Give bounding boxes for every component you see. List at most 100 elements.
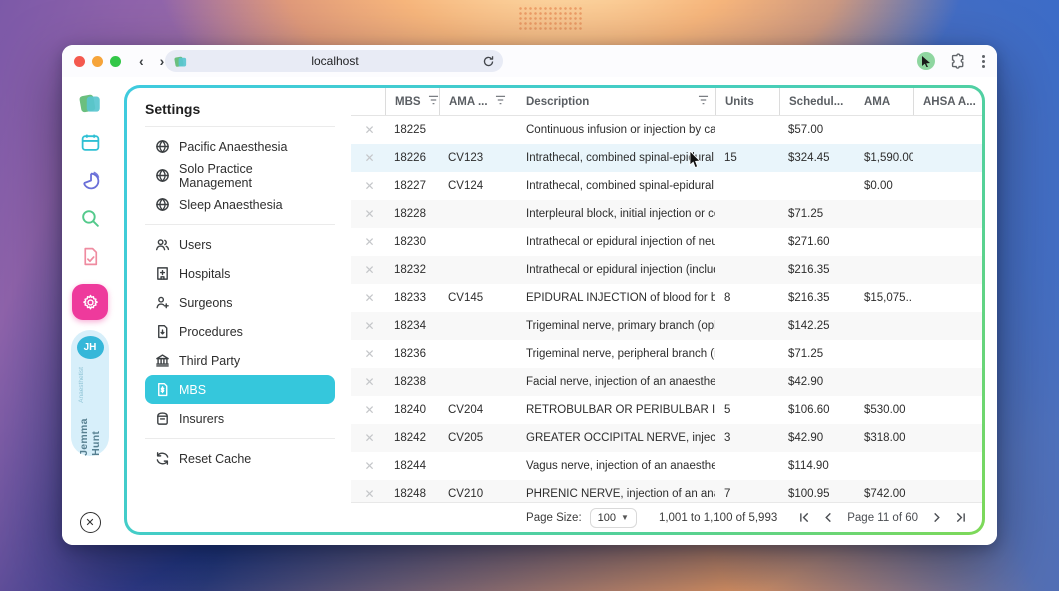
cell-units: 7 <box>724 488 731 500</box>
filter-icon[interactable] <box>428 95 439 108</box>
remove-row-button[interactable]: ✕ <box>351 319 385 333</box>
remove-row-button[interactable]: ✕ <box>351 235 385 249</box>
settings-item-pacific-anaesthesia[interactable]: Pacific Anaesthesia <box>145 132 335 161</box>
table-row-mbs-18244[interactable]: ✕ 18244 Vagus nerve, injection of an anaes… <box>351 452 982 480</box>
table-row-mbs-18236[interactable]: ✕ 18236 Trigeminal nerve, peripheral branc… <box>351 340 982 368</box>
remove-row-button[interactable]: ✕ <box>351 375 385 389</box>
column-header-label: Description <box>526 95 590 108</box>
calendar-icon[interactable] <box>80 132 101 153</box>
user-profile-pill[interactable]: JH Jemma Hunt Anaesthetist <box>71 330 109 456</box>
row-range-text: 1,001 to 1,100 of 5,993 <box>658 511 778 524</box>
url-bar[interactable]: localhost <box>165 50 503 72</box>
settings-item-hospitals[interactable]: Hospitals <box>145 259 335 288</box>
column-header-label: Schedul... <box>789 95 844 108</box>
page-size-select[interactable]: 100 ▼ <box>589 507 637 528</box>
cell-desc: Intrathecal or epidural injection (inclu… <box>526 264 715 276</box>
cell-mbs: 18248 <box>394 488 426 500</box>
document-check-icon[interactable] <box>80 246 101 267</box>
close-window-button[interactable] <box>74 55 85 67</box>
filter-icon[interactable] <box>495 95 506 108</box>
column-header-units[interactable]: Units <box>715 88 779 115</box>
screen-share-indicator-icon[interactable] <box>917 52 935 70</box>
remove-row-button[interactable]: ✕ <box>351 459 385 473</box>
minimize-window-button[interactable] <box>92 55 103 67</box>
remove-row-button[interactable]: ✕ <box>351 263 385 277</box>
remove-row-button[interactable]: ✕ <box>351 291 385 305</box>
cell-units: 15 <box>724 152 737 164</box>
settings-item-reset-cache[interactable]: Reset Cache <box>145 444 335 473</box>
settings-item-label: Procedures <box>179 324 243 339</box>
search-icon[interactable] <box>80 208 101 229</box>
remove-row-button[interactable]: ✕ <box>351 347 385 361</box>
table-row-mbs-18232[interactable]: ✕ 18232 Intrathecal or epidural injection … <box>351 256 982 284</box>
cell-schedule: $71.25 <box>788 348 824 360</box>
column-header-ama_item[interactable]: AMA ... <box>439 88 517 115</box>
forward-button[interactable]: › <box>160 54 165 68</box>
browser-menu-icon[interactable] <box>982 54 985 68</box>
remove-row-button[interactable]: ✕ <box>351 431 385 445</box>
settings-item-solo-practice-management[interactable]: Solo Practice Management <box>145 161 335 190</box>
table-row-mbs-18228[interactable]: ✕ 18228 Interpleural block, initial inject… <box>351 200 982 228</box>
cell-desc: Trigeminal nerve, peripheral branch (inc… <box>526 348 715 360</box>
table-row-mbs-18225[interactable]: ✕ 18225 Continuous infusion or injection b… <box>351 116 982 144</box>
browser-window: ‹ › localhost JH Jemma Hunt Anaesthetist… <box>62 45 997 545</box>
cell-units: 8 <box>724 292 731 304</box>
table-row-mbs-18226[interactable]: ✕ 18226 CV123 Intrathecal, combined spinal-… <box>351 144 982 172</box>
table-row-mbs-18234[interactable]: ✕ 18234 Trigeminal nerve, primary branch (… <box>351 312 982 340</box>
table-row-mbs-18230[interactable]: ✕ 18230 Intrathecal or epidural injection … <box>351 228 982 256</box>
cell-desc: Interpleural block, initial injection or… <box>526 208 715 220</box>
remove-row-button[interactable]: ✕ <box>351 123 385 137</box>
reload-icon[interactable] <box>482 55 495 68</box>
insurers-icon <box>157 412 168 425</box>
settings-item-third-party[interactable]: Third Party <box>145 346 335 375</box>
settings-item-procedures[interactable]: Procedures <box>145 317 335 346</box>
cell-ama_fee: $0.00 <box>864 180 893 192</box>
settings-item-insurers[interactable]: Insurers <box>145 404 335 433</box>
cell-ama_fee: $530.00 <box>864 404 906 416</box>
table-row-mbs-18238[interactable]: ✕ 18238 Facial nerve, injection of an anae… <box>351 368 982 396</box>
column-header-ama_fee[interactable]: AMA <box>855 88 913 115</box>
filter-icon[interactable] <box>698 95 709 108</box>
app-logo[interactable] <box>76 90 104 116</box>
cell-schedule: $71.25 <box>788 208 824 220</box>
settings-nav-button[interactable] <box>72 284 108 320</box>
settings-item-users[interactable]: Users <box>145 230 335 259</box>
cell-schedule: $324.45 <box>788 152 830 164</box>
reset-icon <box>156 452 169 465</box>
column-header-desc[interactable]: Description <box>517 88 715 115</box>
settings-item-surgeons[interactable]: Surgeons <box>145 288 335 317</box>
left-icon-rail: JH Jemma Hunt Anaesthetist ✕ <box>62 77 118 545</box>
last-page-icon[interactable] <box>955 512 966 523</box>
prev-page-icon[interactable] <box>823 512 834 523</box>
cell-desc: Facial nerve, injection of an anaestheti… <box>526 376 715 388</box>
zoom-window-button[interactable] <box>110 55 121 67</box>
pie-chart-icon[interactable] <box>80 170 101 191</box>
table-row-mbs-18242[interactable]: ✕ 18242 CV205 GREATER OCCIPITAL NERVE, inje… <box>351 424 982 452</box>
remove-row-button[interactable]: ✕ <box>351 403 385 417</box>
extensions-puzzle-icon[interactable] <box>950 52 967 70</box>
column-header-ahsa[interactable]: AHSA A... <box>913 88 982 115</box>
cell-desc: Vagus nerve, injection of an anaestheti.… <box>526 460 715 472</box>
settings-item-mbs[interactable]: MBS <box>145 375 335 404</box>
table-row-mbs-18240[interactable]: ✕ 18240 CV204 RETROBULBAR OR PERIBULBAR INJ… <box>351 396 982 424</box>
cell-ama_item: CV205 <box>448 432 484 444</box>
column-header-schedule[interactable]: Schedul... <box>779 88 855 115</box>
cell-ama_item: CV145 <box>448 292 484 304</box>
table-row-mbs-18233[interactable]: ✕ 18233 CV145 EPIDURAL INJECTION of blood f… <box>351 284 982 312</box>
cell-ama_item: CV210 <box>448 488 484 500</box>
column-header-mbs[interactable]: MBS <box>385 88 439 115</box>
settings-item-sleep-anaesthesia[interactable]: Sleep Anaesthesia <box>145 190 335 219</box>
first-page-icon[interactable] <box>799 512 810 523</box>
remove-row-button[interactable]: ✕ <box>351 207 385 221</box>
app-page: JH Jemma Hunt Anaesthetist ✕ Settings Pa… <box>62 77 997 545</box>
cell-ama_fee: $1,590.00 <box>864 152 913 164</box>
remove-row-button[interactable]: ✕ <box>351 179 385 193</box>
back-button[interactable]: ‹ <box>139 54 144 68</box>
next-page-icon[interactable] <box>931 512 942 523</box>
collapse-close-button[interactable]: ✕ <box>79 512 101 533</box>
table-row-mbs-18227[interactable]: ✕ 18227 CV124 Intrathecal, combined spinal-… <box>351 172 982 200</box>
remove-row-button[interactable]: ✕ <box>351 151 385 165</box>
settings-title: Settings <box>145 101 201 117</box>
remove-row-button[interactable]: ✕ <box>351 487 385 501</box>
table-row-mbs-18248[interactable]: ✕ 18248 CV210 PHRENIC NERVE, injection of a… <box>351 480 982 502</box>
